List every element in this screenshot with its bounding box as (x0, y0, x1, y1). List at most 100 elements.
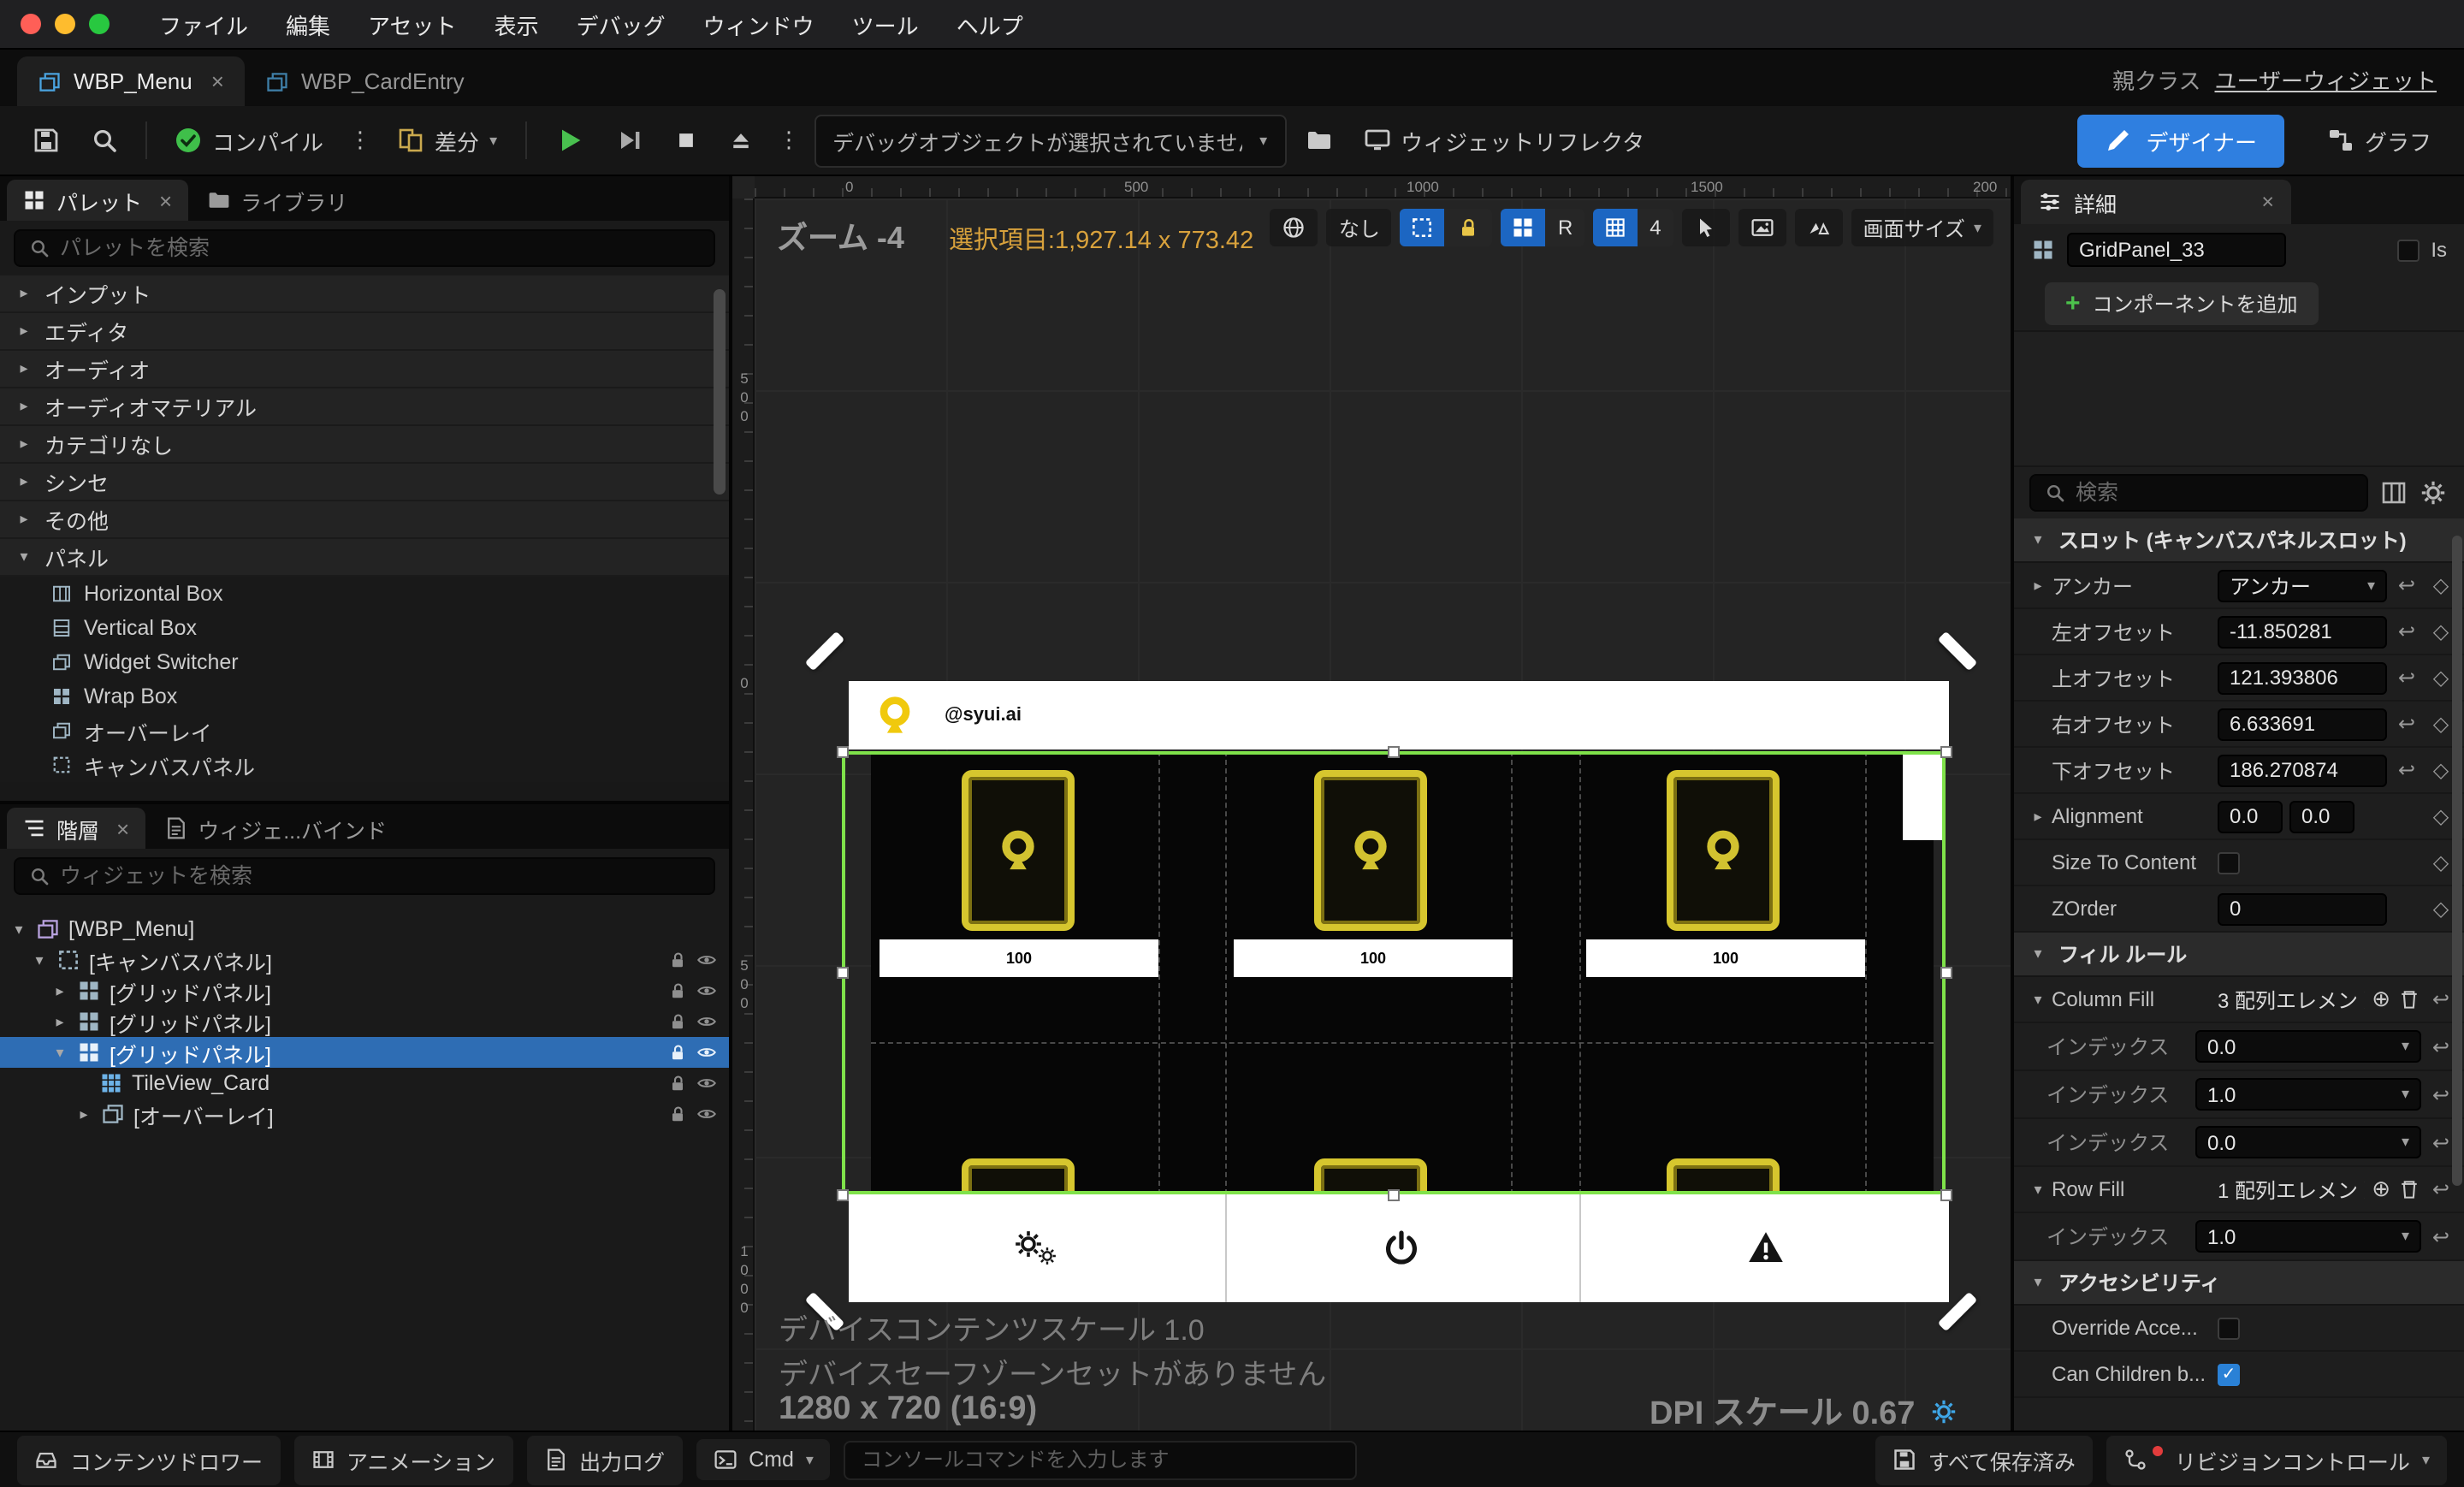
expander-icon[interactable]: ▸ (51, 1012, 68, 1031)
tab-close-icon[interactable]: × (116, 815, 129, 841)
anchor-dropdown[interactable]: アンカー ▾ (2218, 569, 2387, 601)
menu-edit[interactable]: 編集 (267, 8, 349, 40)
play-options-icon[interactable]: ⋮ (771, 127, 807, 154)
menu-debug[interactable]: デバッグ (558, 8, 684, 40)
revert-icon[interactable]: ↩ (2392, 619, 2421, 643)
frame-skip-button[interactable] (603, 118, 654, 163)
column-index-1-input[interactable]: 1.0 ▾ (2195, 1078, 2421, 1111)
expander-icon[interactable]: ▸ (2029, 576, 2046, 595)
tab-hierarchy[interactable]: 階層 × (7, 808, 145, 849)
palette-item-wrap-box[interactable]: Wrap Box (0, 679, 729, 714)
flag-preview-button[interactable]: なし (1326, 209, 1392, 246)
lock-icon[interactable] (667, 1104, 688, 1124)
bind-diamond-icon[interactable]: ◇ (2426, 666, 2455, 690)
menu-view[interactable]: 表示 (476, 8, 558, 40)
palette-category-other[interactable]: ▸ その他 (0, 501, 729, 539)
settings-gear-icon[interactable] (2420, 479, 2447, 507)
resize-handle[interactable] (837, 1189, 849, 1201)
window-minimize-button[interactable] (55, 14, 75, 34)
resize-handle[interactable] (1388, 746, 1400, 758)
bind-diamond-icon[interactable]: ◇ (2426, 758, 2455, 782)
revert-icon[interactable]: ↩ (2392, 712, 2421, 736)
stop-button[interactable] (661, 120, 709, 161)
palette-category-uncategorized[interactable]: ▸ カテゴリなし (0, 426, 729, 464)
expander-icon[interactable]: ▾ (31, 951, 48, 969)
console-command-input[interactable] (861, 1448, 1341, 1472)
revert-icon[interactable]: ↩ (2392, 666, 2421, 690)
designer-mode-button[interactable]: デザイナー (2077, 114, 2284, 167)
resize-handle[interactable] (837, 967, 849, 979)
object-name-input[interactable] (2067, 233, 2286, 267)
widget-reflector-button[interactable]: ウィジェットリフレクタ (1351, 116, 1656, 165)
expander-icon[interactable]: ▸ (2029, 807, 2046, 826)
bind-diamond-icon[interactable]: ◇ (2426, 619, 2455, 643)
graph-mode-button[interactable]: グラフ (2315, 116, 2443, 165)
content-drawer-button[interactable]: コンテンツドロワー (17, 1435, 281, 1484)
visibility-eye-icon[interactable] (696, 1011, 717, 1032)
canvas-bottom-bar[interactable] (849, 1194, 1949, 1302)
lock-icon[interactable] (667, 1042, 688, 1063)
palette-search-input[interactable] (60, 236, 700, 260)
details-scrollbar[interactable] (2452, 536, 2462, 1186)
tab-wbp-menu[interactable]: WBP_Menu × (17, 56, 245, 106)
lock-icon[interactable] (667, 1011, 688, 1032)
details-search-input[interactable] (2076, 481, 2353, 505)
tree-row-overlay[interactable]: ▸ [オーバーレイ] (0, 1099, 729, 1129)
column-index-2-input[interactable]: 0.0 ▾ (2195, 1126, 2421, 1158)
resize-handle[interactable] (1940, 967, 1952, 979)
details-search-box[interactable] (2029, 474, 2368, 512)
parent-class-link[interactable]: ユーザーウィジェット (2215, 63, 2437, 96)
hierarchy-search-box[interactable] (14, 857, 715, 895)
alignment-y-input[interactable]: 0.0 (2289, 800, 2354, 832)
revert-icon[interactable]: ↩ (2426, 1224, 2455, 1248)
revision-control-button[interactable]: リビジョンコントロール ▾ (2106, 1435, 2447, 1484)
bind-diamond-icon[interactable]: ◇ (2426, 897, 2455, 921)
override-accessible-checkbox[interactable] (2218, 1317, 2240, 1339)
menu-window[interactable]: ウィンドウ (684, 8, 833, 40)
palette-category-input[interactable]: ▸ インプット (0, 275, 729, 313)
section-fill-rules[interactable]: ▾ フィル ルール (2014, 933, 2464, 977)
play-button[interactable] (542, 116, 596, 164)
tab-close-icon[interactable]: × (2261, 190, 2274, 214)
expander-icon[interactable]: ▾ (51, 1043, 68, 1062)
expander-icon[interactable]: ▸ (75, 1105, 92, 1123)
tree-row-grid-panel-2[interactable]: ▸ [グリッドパネル] (0, 1006, 729, 1037)
offset-top-input[interactable]: 121.393806 (2218, 661, 2387, 694)
section-slot[interactable]: ▾ スロット (キャンバスパネルスロット) (2014, 518, 2464, 563)
animation-button[interactable]: アニメーション (293, 1435, 513, 1484)
palette-category-panel[interactable]: ▾ パネル (0, 539, 729, 577)
palette-item-widget-switcher[interactable]: Widget Switcher (0, 645, 729, 679)
palette-item-vertical-box[interactable]: Vertical Box (0, 611, 729, 645)
menu-asset[interactable]: アセット (349, 8, 476, 40)
output-log-button[interactable]: 出力ログ (526, 1435, 683, 1484)
tab-close-icon[interactable]: × (159, 187, 172, 213)
menu-help[interactable]: ヘルプ (938, 8, 1042, 40)
offset-right-input[interactable]: 6.633691 (2218, 708, 2387, 740)
tree-row-canvas-panel[interactable]: ▾ [キャンバスパネル] (0, 945, 729, 975)
tileview-scrollbar[interactable] (1903, 751, 1944, 840)
zorder-input[interactable]: 0 (2218, 892, 2387, 925)
window-close-button[interactable] (21, 14, 41, 34)
offset-left-input[interactable]: -11.850281 (2218, 615, 2387, 648)
tree-row-wbp-menu[interactable]: ▾ [WBP_Menu] (0, 914, 729, 945)
expander-icon[interactable]: ▾ (2029, 1180, 2046, 1199)
designer-viewport[interactable]: 0 500 1000 1500 200 500 0 500 1000 ズーム -… (732, 176, 2011, 1431)
browse-debug-object-button[interactable] (1293, 118, 1344, 163)
resize-handle[interactable] (1940, 746, 1952, 758)
bind-diamond-icon[interactable]: ◇ (2426, 804, 2455, 828)
corner-resize-handle[interactable] (1937, 631, 1978, 672)
palette-category-editor[interactable]: ▸ エディタ (0, 313, 729, 351)
hierarchy-search-input[interactable] (60, 864, 700, 888)
bind-diamond-icon[interactable]: ◇ (2426, 850, 2455, 874)
visibility-eye-icon[interactable] (696, 980, 717, 1001)
revert-icon[interactable]: ↩ (2426, 1177, 2455, 1201)
tab-palette[interactable]: パレット × (7, 180, 188, 221)
mirror-preview-button[interactable] (1794, 209, 1843, 246)
revert-icon[interactable]: ↩ (2426, 1082, 2455, 1106)
canvas-header-bar[interactable]: @syui.ai (849, 681, 1949, 749)
dpi-gear-icon[interactable] (1930, 1397, 1958, 1425)
card-tile-2[interactable] (1314, 770, 1427, 931)
alignment-x-input[interactable]: 0.0 (2218, 800, 2283, 832)
resize-rule-toggle[interactable]: R (1501, 209, 1585, 246)
palette-item-canvas-panel[interactable]: キャンバスパネル (0, 748, 729, 782)
